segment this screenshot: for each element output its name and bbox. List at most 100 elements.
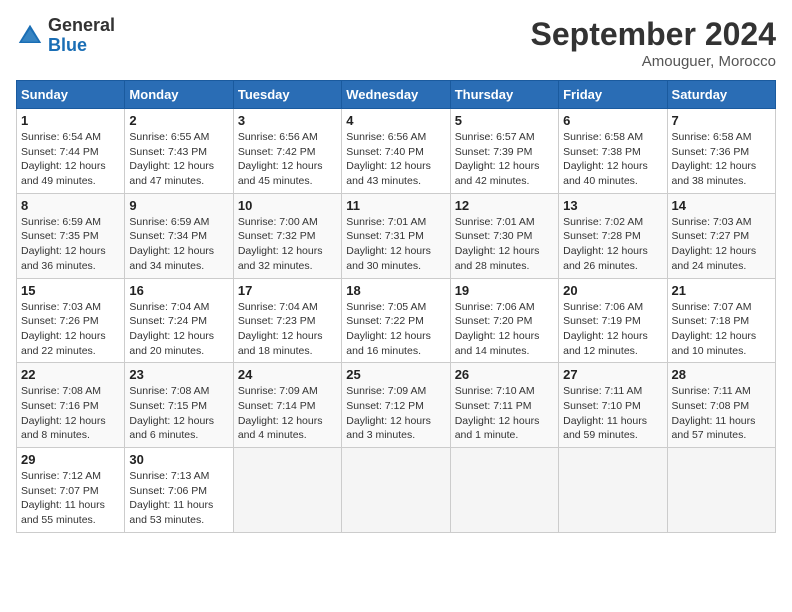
day-number: 12	[455, 198, 554, 213]
day-info: Sunrise: 7:00 AM Sunset: 7:32 PM Dayligh…	[238, 215, 337, 274]
day-number: 14	[672, 198, 771, 213]
month-title: September 2024	[531, 16, 776, 53]
day-number: 1	[21, 113, 120, 128]
logo-text: General Blue	[48, 16, 115, 56]
day-info: Sunrise: 6:56 AM Sunset: 7:40 PM Dayligh…	[346, 130, 445, 189]
day-info: Sunrise: 7:02 AM Sunset: 7:28 PM Dayligh…	[563, 215, 662, 274]
calendar-cell: 17 Sunrise: 7:04 AM Sunset: 7:23 PM Dayli…	[233, 278, 341, 363]
day-number: 21	[672, 283, 771, 298]
day-number: 7	[672, 113, 771, 128]
day-number: 15	[21, 283, 120, 298]
calendar-cell: 8 Sunrise: 6:59 AM Sunset: 7:35 PM Daylig…	[17, 193, 125, 278]
calendar-cell	[233, 448, 341, 533]
day-number: 11	[346, 198, 445, 213]
calendar-cell: 12Sunrise: 7:01 AM Sunset: 7:30 PM Dayli…	[450, 193, 558, 278]
calendar-cell: 2Sunrise: 6:55 AM Sunset: 7:43 PM Daylig…	[125, 109, 233, 194]
col-monday: Monday	[125, 81, 233, 109]
day-info: Sunrise: 7:11 AM Sunset: 7:10 PM Dayligh…	[563, 384, 662, 443]
day-info: Sunrise: 7:10 AM Sunset: 7:11 PM Dayligh…	[455, 384, 554, 443]
calendar-week-row: 1Sunrise: 6:54 AM Sunset: 7:44 PM Daylig…	[17, 109, 776, 194]
day-number: 24	[238, 367, 337, 382]
day-info: Sunrise: 6:56 AM Sunset: 7:42 PM Dayligh…	[238, 130, 337, 189]
day-info: Sunrise: 7:08 AM Sunset: 7:16 PM Dayligh…	[21, 384, 120, 443]
calendar-cell: 27 Sunrise: 7:11 AM Sunset: 7:10 PM Dayli…	[559, 363, 667, 448]
day-number: 26	[455, 367, 554, 382]
calendar-cell: 29Sunrise: 7:12 AM Sunset: 7:07 PM Dayli…	[17, 448, 125, 533]
day-number: 28	[672, 367, 771, 382]
day-info: Sunrise: 6:59 AM Sunset: 7:35 PM Dayligh…	[21, 215, 120, 274]
calendar-cell: 26 Sunrise: 7:10 AM Sunset: 7:11 PM Dayli…	[450, 363, 558, 448]
day-info: Sunrise: 7:08 AM Sunset: 7:15 PM Dayligh…	[129, 384, 228, 443]
calendar-cell	[667, 448, 775, 533]
calendar-cell: 22 Sunrise: 7:08 AM Sunset: 7:16 PM Dayli…	[17, 363, 125, 448]
calendar-cell: 30 Sunrise: 7:13 AM Sunset: 7:06 PM Dayli…	[125, 448, 233, 533]
day-number: 20	[563, 283, 662, 298]
calendar-cell: 9Sunrise: 6:59 AM Sunset: 7:34 PM Daylig…	[125, 193, 233, 278]
calendar-cell: 10 Sunrise: 7:00 AM Sunset: 7:32 PM Dayli…	[233, 193, 341, 278]
day-number: 16	[129, 283, 228, 298]
day-info: Sunrise: 6:58 AM Sunset: 7:38 PM Dayligh…	[563, 130, 662, 189]
logo-blue: Blue	[48, 35, 87, 55]
calendar-cell: 14 Sunrise: 7:03 AM Sunset: 7:27 PM Dayli…	[667, 193, 775, 278]
day-number: 30	[129, 452, 228, 467]
day-info: Sunrise: 7:04 AM Sunset: 7:24 PM Dayligh…	[129, 300, 228, 359]
calendar-cell: 13Sunrise: 7:02 AM Sunset: 7:28 PM Dayli…	[559, 193, 667, 278]
day-number: 17	[238, 283, 337, 298]
day-number: 29	[21, 452, 120, 467]
day-info: Sunrise: 7:11 AM Sunset: 7:08 PM Dayligh…	[672, 384, 771, 443]
day-info: Sunrise: 7:13 AM Sunset: 7:06 PM Dayligh…	[129, 469, 228, 528]
day-info: Sunrise: 7:06 AM Sunset: 7:19 PM Dayligh…	[563, 300, 662, 359]
calendar-week-row: 15Sunrise: 7:03 AM Sunset: 7:26 PM Dayli…	[17, 278, 776, 363]
day-number: 18	[346, 283, 445, 298]
calendar-cell: 1Sunrise: 6:54 AM Sunset: 7:44 PM Daylig…	[17, 109, 125, 194]
day-info: Sunrise: 7:05 AM Sunset: 7:22 PM Dayligh…	[346, 300, 445, 359]
day-number: 23	[129, 367, 228, 382]
day-number: 25	[346, 367, 445, 382]
calendar-cell: 25 Sunrise: 7:09 AM Sunset: 7:12 PM Dayli…	[342, 363, 450, 448]
col-wednesday: Wednesday	[342, 81, 450, 109]
day-number: 9	[129, 198, 228, 213]
calendar-cell: 5 Sunrise: 6:57 AM Sunset: 7:39 PM Daylig…	[450, 109, 558, 194]
calendar-week-row: 22 Sunrise: 7:08 AM Sunset: 7:16 PM Dayli…	[17, 363, 776, 448]
col-saturday: Saturday	[667, 81, 775, 109]
logo: General Blue	[16, 16, 115, 56]
calendar-cell: 15Sunrise: 7:03 AM Sunset: 7:26 PM Dayli…	[17, 278, 125, 363]
logo-general: General	[48, 15, 115, 35]
calendar-week-row: 29Sunrise: 7:12 AM Sunset: 7:07 PM Dayli…	[17, 448, 776, 533]
calendar-cell: 11 Sunrise: 7:01 AM Sunset: 7:31 PM Dayli…	[342, 193, 450, 278]
calendar-cell: 19 Sunrise: 7:06 AM Sunset: 7:20 PM Dayli…	[450, 278, 558, 363]
day-number: 5	[455, 113, 554, 128]
title-block: September 2024 Amouguer, Morocco	[531, 16, 776, 70]
page-header: General Blue September 2024 Amouguer, Mo…	[16, 16, 776, 70]
calendar-cell: 3 Sunrise: 6:56 AM Sunset: 7:42 PM Daylig…	[233, 109, 341, 194]
day-info: Sunrise: 7:09 AM Sunset: 7:12 PM Dayligh…	[346, 384, 445, 443]
day-number: 19	[455, 283, 554, 298]
calendar-table: Sunday Monday Tuesday Wednesday Thursday…	[16, 80, 776, 533]
calendar-cell: 23 Sunrise: 7:08 AM Sunset: 7:15 PM Dayli…	[125, 363, 233, 448]
day-info: Sunrise: 6:57 AM Sunset: 7:39 PM Dayligh…	[455, 130, 554, 189]
day-number: 3	[238, 113, 337, 128]
day-info: Sunrise: 7:06 AM Sunset: 7:20 PM Dayligh…	[455, 300, 554, 359]
calendar-cell: 21 Sunrise: 7:07 AM Sunset: 7:18 PM Dayli…	[667, 278, 775, 363]
day-number: 8	[21, 198, 120, 213]
day-number: 2	[129, 113, 228, 128]
calendar-cell: 18 Sunrise: 7:05 AM Sunset: 7:22 PM Dayli…	[342, 278, 450, 363]
day-info: Sunrise: 7:01 AM Sunset: 7:31 PM Dayligh…	[346, 215, 445, 274]
col-thursday: Thursday	[450, 81, 558, 109]
day-number: 6	[563, 113, 662, 128]
day-info: Sunrise: 6:58 AM Sunset: 7:36 PM Dayligh…	[672, 130, 771, 189]
calendar-cell	[342, 448, 450, 533]
calendar-cell	[450, 448, 558, 533]
calendar-cell: 20 Sunrise: 7:06 AM Sunset: 7:19 PM Dayli…	[559, 278, 667, 363]
day-number: 22	[21, 367, 120, 382]
header-row: Sunday Monday Tuesday Wednesday Thursday…	[17, 81, 776, 109]
day-info: Sunrise: 7:07 AM Sunset: 7:18 PM Dayligh…	[672, 300, 771, 359]
day-info: Sunrise: 7:03 AM Sunset: 7:27 PM Dayligh…	[672, 215, 771, 274]
col-friday: Friday	[559, 81, 667, 109]
day-info: Sunrise: 7:04 AM Sunset: 7:23 PM Dayligh…	[238, 300, 337, 359]
location: Amouguer, Morocco	[531, 53, 776, 70]
calendar-cell	[559, 448, 667, 533]
day-number: 10	[238, 198, 337, 213]
day-number: 27	[563, 367, 662, 382]
day-info: Sunrise: 7:09 AM Sunset: 7:14 PM Dayligh…	[238, 384, 337, 443]
